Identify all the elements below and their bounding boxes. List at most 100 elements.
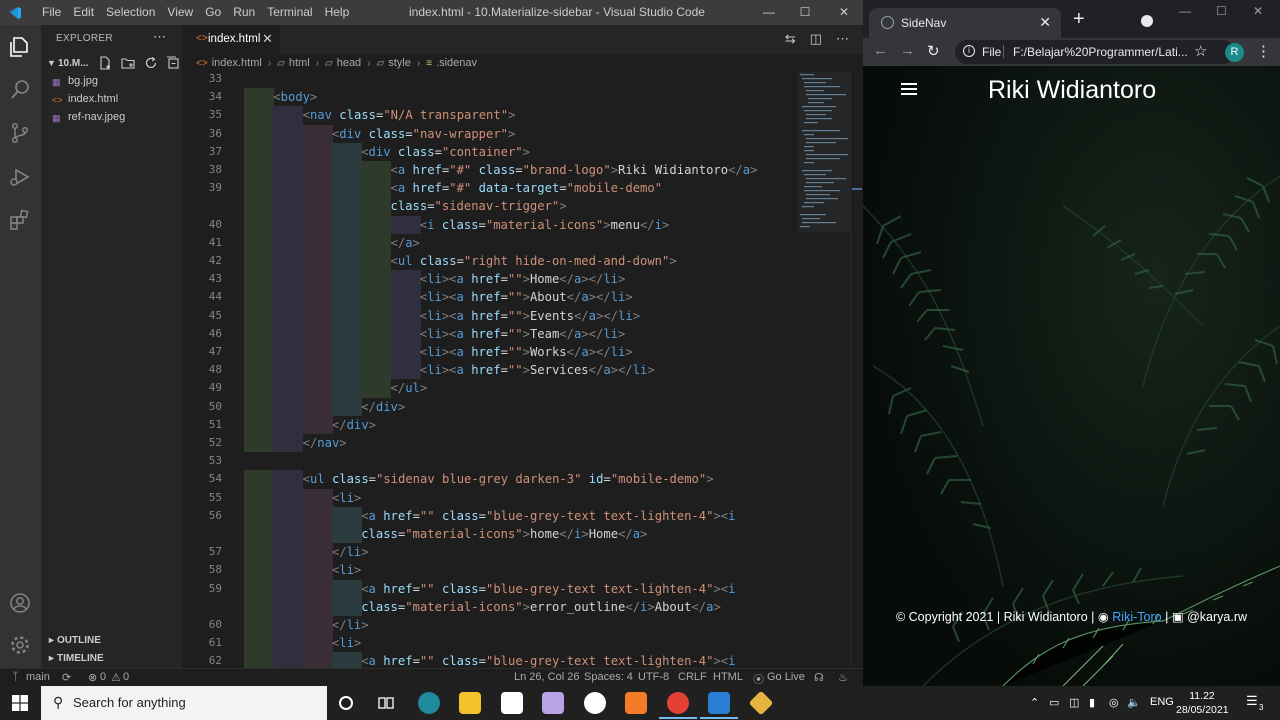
warning-count[interactable]: 0 xyxy=(123,671,129,683)
breadcrumb-html[interactable]: html xyxy=(289,57,310,69)
code-editor[interactable]: <body> <nav class="N/A transparent"> <div … xyxy=(244,72,798,668)
run-debug-icon[interactable] xyxy=(8,165,32,189)
reload-icon[interactable]: ↻ xyxy=(927,42,940,60)
code-line[interactable]: <li><a href="">Team</a></li> xyxy=(420,325,626,343)
device-icon[interactable]: ▭ xyxy=(1049,696,1059,709)
bookmark-star-icon[interactable]: ☆ xyxy=(1194,42,1207,60)
code-line[interactable]: </li> xyxy=(332,616,369,634)
code-line[interactable]: class="material-icons">home</i>Home</a> xyxy=(361,525,647,543)
cursor-position[interactable]: Ln 26, Col 26 xyxy=(514,671,579,683)
code-line[interactable]: </nav> xyxy=(303,434,347,452)
code-line[interactable]: <li> xyxy=(332,489,361,507)
go-live-button[interactable]: Go Live xyxy=(767,671,805,683)
notion-icon[interactable] xyxy=(584,692,606,714)
menu-hamburger-icon[interactable] xyxy=(901,83,917,95)
breadcrumb-selector[interactable]: .sidenav xyxy=(436,57,477,69)
sync-icon[interactable]: ⟳ xyxy=(62,671,71,684)
photos-icon[interactable] xyxy=(542,692,564,714)
menu-selection[interactable]: Selection xyxy=(100,0,161,25)
code-line[interactable]: <i class="material-icons">menu</i> xyxy=(420,216,670,234)
cortana-icon[interactable] xyxy=(338,695,354,711)
code-line[interactable]: <body> xyxy=(273,88,317,106)
extensions-icon[interactable] xyxy=(8,208,32,232)
file-item-index-html[interactable]: <> index.html xyxy=(52,91,180,109)
breadcrumb-file[interactable]: index.html xyxy=(212,57,262,69)
minimize-button[interactable]: — xyxy=(750,0,788,25)
code-line[interactable]: class="material-icons">error_outline</i>… xyxy=(361,598,721,616)
end-of-line[interactable]: CRLF xyxy=(678,671,707,683)
open-changes-icon[interactable]: ⇆ xyxy=(785,31,796,47)
breadcrumb-style[interactable]: style xyxy=(388,57,411,69)
kebab-menu-icon[interactable]: ⋮ xyxy=(1256,42,1271,60)
settings-gear-icon[interactable] xyxy=(8,633,32,657)
file-item-ref-nav-jpeg[interactable]: ▦ ref-nav.jpeg xyxy=(52,109,180,127)
editor-scrollbar[interactable] xyxy=(850,72,863,668)
menu-terminal[interactable]: Terminal xyxy=(261,0,318,25)
accounts-icon[interactable] xyxy=(8,591,32,615)
code-line[interactable]: </li> xyxy=(332,543,369,561)
close-window-button[interactable]: ✕ xyxy=(1253,4,1263,18)
code-line[interactable]: class="sidenav-trigger"> xyxy=(391,197,567,215)
code-line[interactable]: <nav class="N/A transparent"> xyxy=(303,106,516,124)
encoding[interactable]: UTF-8 xyxy=(638,671,669,683)
code-line[interactable]: <a href="#" data-target="mobile-demo" xyxy=(391,179,663,197)
language-mode[interactable]: HTML xyxy=(713,671,743,683)
code-line[interactable]: <a href="" class="blue-grey-text text-li… xyxy=(361,507,735,525)
browser-tab-sidenav[interactable]: SideNav ✕ xyxy=(869,8,1061,38)
file-item-bg-jpg[interactable]: ▦ bg.jpg xyxy=(52,73,180,91)
code-line[interactable]: </ul> xyxy=(391,379,428,397)
network-share-icon[interactable]: ◫ xyxy=(1069,696,1079,709)
code-line[interactable]: <li><a href="">Home</a></li> xyxy=(420,270,626,288)
windows-start-icon[interactable] xyxy=(12,695,28,711)
notifications-bell-icon[interactable]: ♨ xyxy=(838,671,848,684)
more-actions-icon[interactable]: ⋯ xyxy=(153,29,166,45)
refresh-icon[interactable] xyxy=(144,56,158,70)
code-line[interactable]: <li><a href="">About</a></li> xyxy=(420,288,633,306)
split-editor-icon[interactable]: ◫ xyxy=(810,31,822,47)
new-folder-icon[interactable] xyxy=(121,56,135,70)
code-line[interactable]: </a> xyxy=(391,234,420,252)
language-indicator[interactable]: ENG xyxy=(1150,696,1174,708)
code-line[interactable]: <div class="nav-wrapper"> xyxy=(332,125,515,143)
code-line[interactable]: </div> xyxy=(361,398,405,416)
branch-name[interactable]: main xyxy=(26,671,50,683)
feedback-icon[interactable]: ☊ xyxy=(814,671,824,684)
minimize-button[interactable]: — xyxy=(1179,4,1191,18)
info-icon[interactable]: i xyxy=(963,45,975,57)
menu-go[interactable]: Go xyxy=(199,0,227,25)
brand-logo[interactable]: Riki Widiantoro xyxy=(988,76,1156,105)
address-bar[interactable]: i File F:/Belajar%20Programmer/Lati... xyxy=(955,40,1235,64)
edge-icon[interactable] xyxy=(418,692,440,714)
close-window-button[interactable]: ✕ xyxy=(825,0,863,25)
chevron-up-icon[interactable]: ⌃ xyxy=(1030,696,1039,709)
explorer-icon[interactable] xyxy=(8,35,32,59)
notification-center-icon[interactable]: ☰ xyxy=(1246,693,1258,709)
new-tab-plus-icon[interactable]: + xyxy=(1073,8,1085,31)
menu-edit[interactable]: Edit xyxy=(67,0,100,25)
vscode-taskbar-icon[interactable] xyxy=(700,692,738,719)
git-kraken-icon[interactable] xyxy=(748,690,774,716)
new-file-icon[interactable] xyxy=(98,56,112,70)
wifi-icon[interactable]: ◎ xyxy=(1109,696,1119,709)
code-line[interactable]: <li><a href="">Events</a></li> xyxy=(420,307,640,325)
github-link[interactable]: Riki-Toro xyxy=(1112,610,1161,624)
search-icon[interactable] xyxy=(8,78,32,102)
code-line[interactable]: <div class="container"> xyxy=(361,143,530,161)
source-control-icon[interactable] xyxy=(8,121,32,145)
system-clock[interactable]: 11.22 28/05/2021 xyxy=(1176,689,1229,717)
code-line[interactable]: <li> xyxy=(332,561,361,579)
menu-help[interactable]: Help xyxy=(319,0,356,25)
menu-run[interactable]: Run xyxy=(227,0,261,25)
workspace-folder[interactable]: ▼ 10.M... xyxy=(45,55,182,73)
code-line[interactable]: <a href="#" class="brand-logo">Riki Widi… xyxy=(391,161,758,179)
close-tab-icon[interactable]: ✕ xyxy=(262,31,273,47)
code-line[interactable]: <a href="" class="blue-grey-text text-li… xyxy=(361,580,735,598)
code-line[interactable]: <li> xyxy=(332,634,361,652)
menu-file[interactable]: File xyxy=(36,0,67,25)
code-line[interactable]: <ul class="sidenav blue-grey darken-3" i… xyxy=(303,470,714,488)
mail-icon[interactable] xyxy=(501,692,523,714)
task-view-icon[interactable] xyxy=(378,695,394,711)
code-line[interactable]: <ul class="right hide-on-med-and-down"> xyxy=(391,252,677,270)
profile-avatar[interactable]: R xyxy=(1225,43,1244,62)
code-line[interactable]: <a href="" class="blue-grey-text text-li… xyxy=(361,652,735,668)
